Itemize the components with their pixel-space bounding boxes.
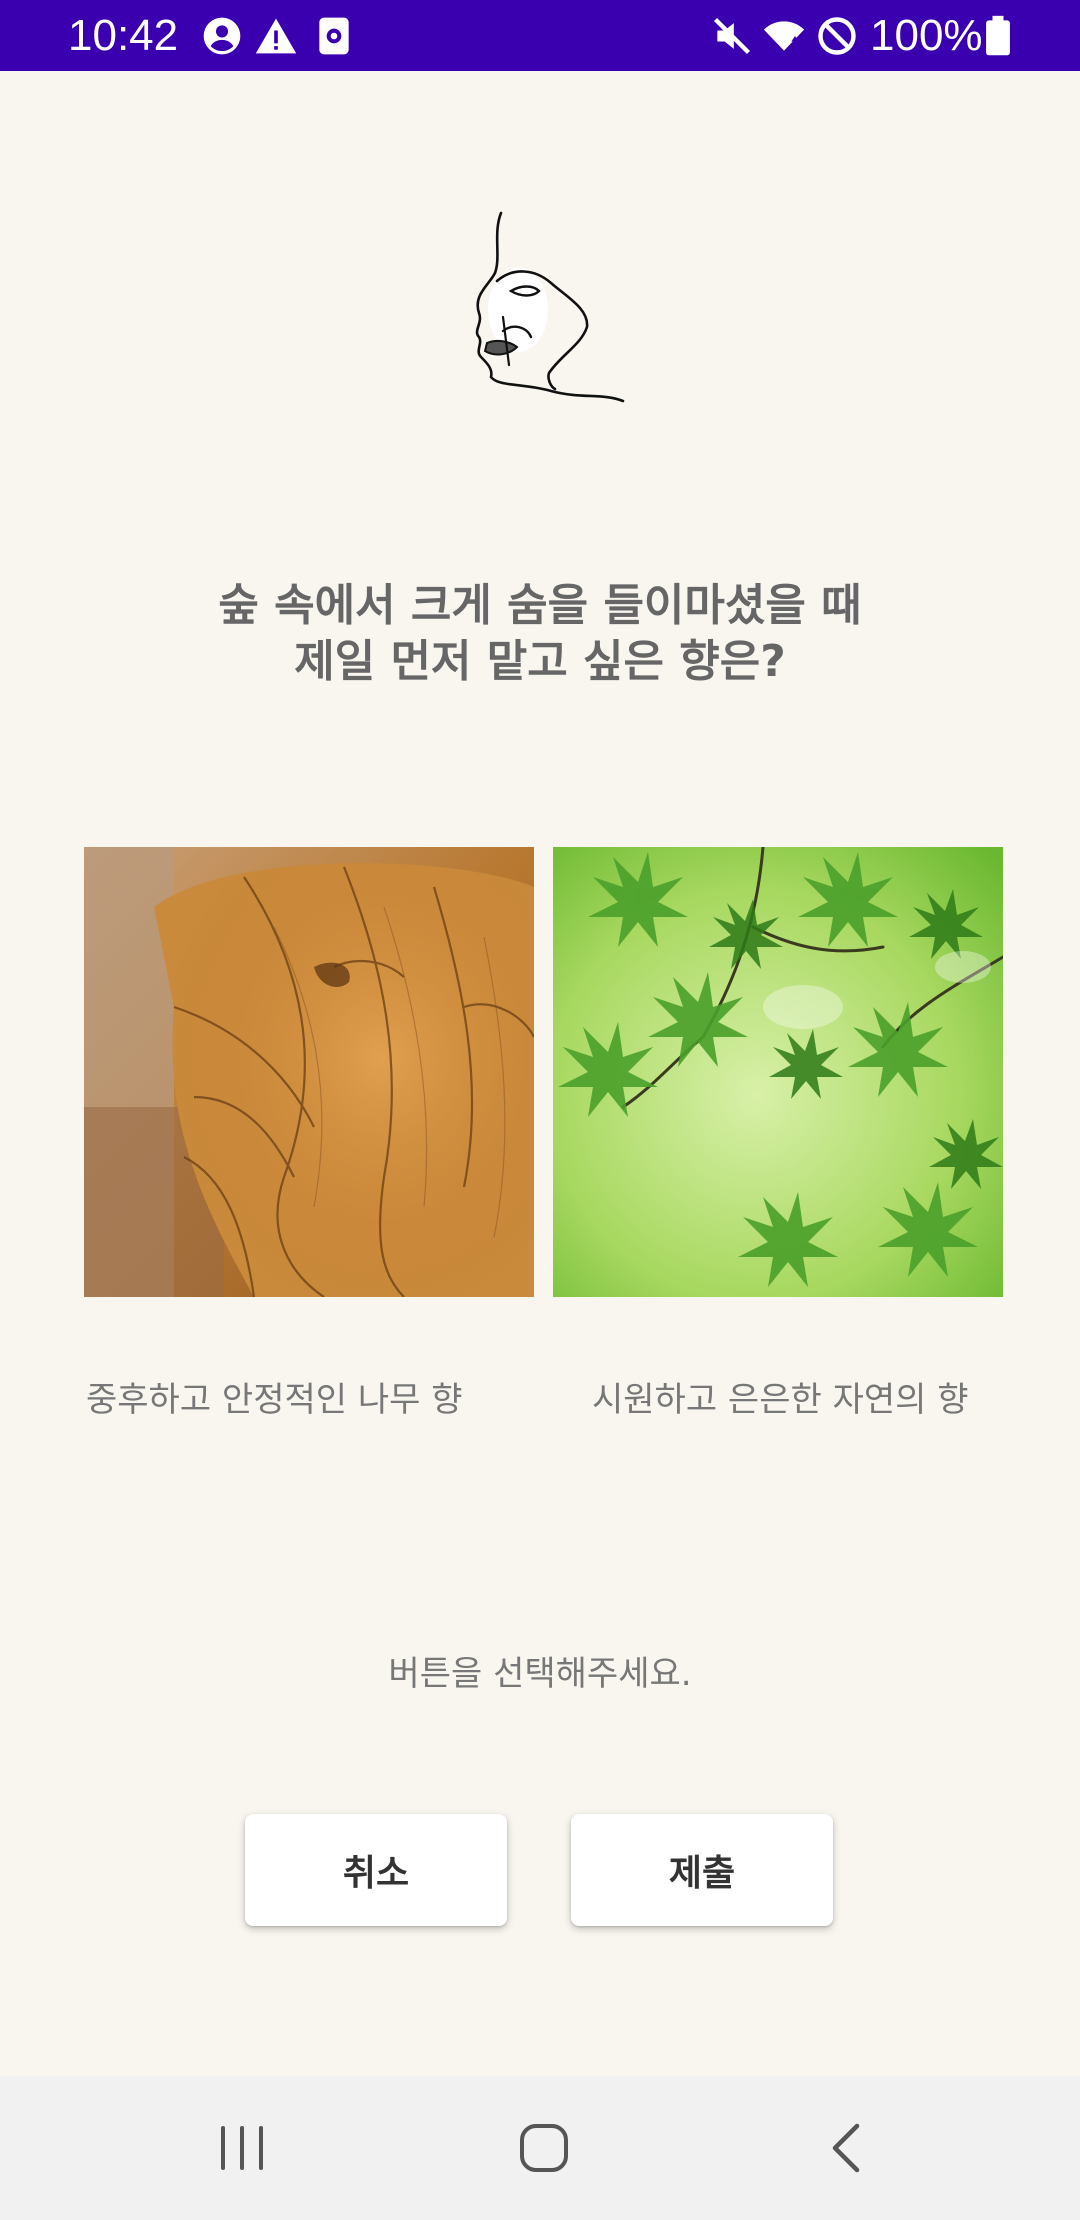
back-button[interactable] [776, 2076, 916, 2220]
wifi-icon [763, 21, 805, 51]
recent-apps-icon [221, 2126, 263, 2170]
nature-scent-label: 시원하고 은은한 자연의 향 [592, 1380, 969, 1420]
recent-apps-button[interactable] [172, 2076, 312, 2220]
battery-percent: 100% [870, 11, 983, 60]
green-leaves-image [553, 847, 1003, 1297]
question-line-1: 숲 속에서 크게 숨을 들이마셨을 때 [218, 580, 862, 631]
cancel-button[interactable]: 취소 [245, 1814, 507, 1926]
navigation-bar [0, 2076, 1080, 2220]
warning-icon [255, 18, 297, 54]
face-line-art-logo [475, 211, 625, 403]
home-button[interactable] [474, 2076, 614, 2220]
account-circle-icon [203, 17, 241, 55]
mute-icon [713, 17, 751, 55]
wood-scent-label: 중후하고 안정적인 나무 향 [86, 1380, 463, 1420]
nature-scent-image-button[interactable] [553, 847, 1003, 1297]
status-time: 10:42 [68, 11, 179, 60]
screen-record-icon [319, 17, 349, 55]
back-icon [832, 2123, 860, 2173]
status-bar: 10:42 100% [0, 0, 1080, 71]
question-line-2: 제일 먼저 맡고 싶은 향은? [294, 636, 786, 687]
home-icon [520, 2124, 568, 2172]
question-text: 숲 속에서 크게 숨을 들이마셨을 때 제일 먼저 맡고 싶은 향은? [0, 578, 1080, 690]
battery-icon [986, 15, 1010, 56]
submit-button[interactable]: 제출 [571, 1814, 833, 1926]
do-not-disturb-icon [818, 17, 856, 55]
selection-hint: 버튼을 선택해주세요. [388, 1654, 692, 1694]
wood-texture-image [84, 847, 534, 1297]
wood-scent-image-button[interactable] [84, 847, 534, 1297]
